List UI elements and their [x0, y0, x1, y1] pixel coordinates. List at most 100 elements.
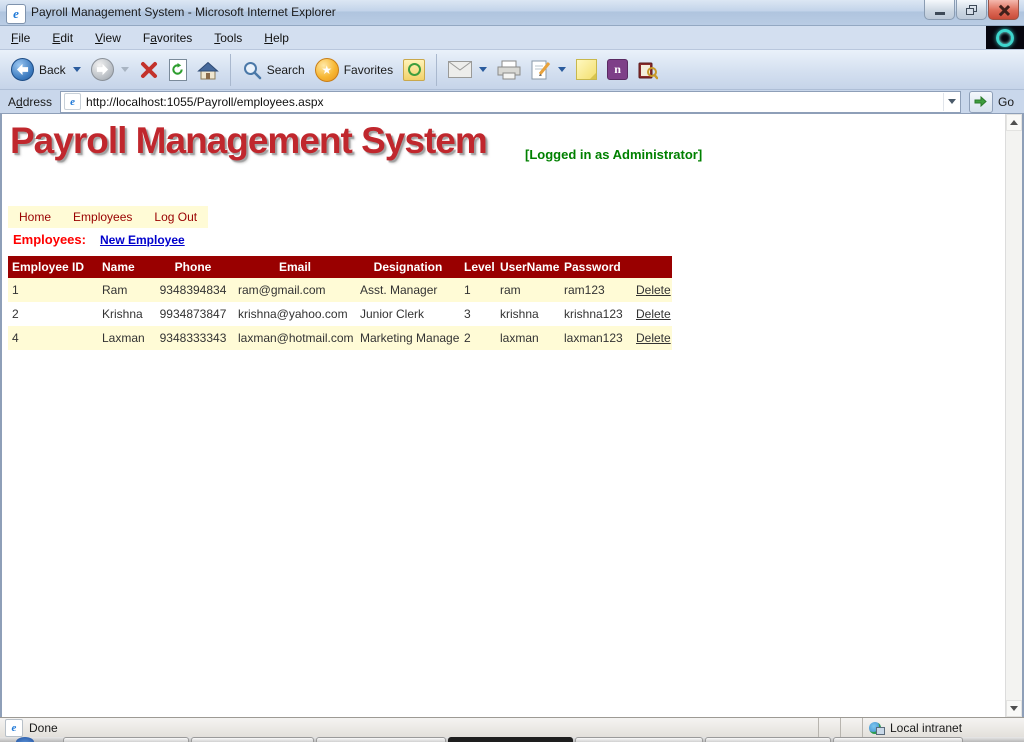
table-row: 2 Krishna 9934873847 krishna@yahoo.com J… [8, 302, 672, 326]
col-header-password: Password [560, 256, 632, 278]
table-row: 1 Ram 9348394834 ram@gmail.com Asst. Man… [8, 278, 672, 302]
edit-dropdown-icon[interactable] [558, 67, 566, 72]
cell-designation: Asst. Manager [356, 278, 460, 302]
login-status: [Logged in as Administrator] [525, 147, 702, 162]
close-button[interactable] [988, 0, 1019, 20]
mail-button[interactable] [443, 54, 492, 86]
window-title: Payroll Management System - Microsoft In… [31, 5, 336, 19]
status-text: Done [29, 721, 58, 735]
nav-item-logout[interactable]: Log Out [143, 206, 208, 228]
close-icon [998, 4, 1010, 16]
address-input[interactable] [84, 93, 943, 111]
cell-username: laxman [496, 326, 560, 350]
taskbar-button[interactable] [705, 737, 831, 742]
new-employee-link[interactable]: New Employee [100, 233, 185, 247]
nav-item-employees[interactable]: Employees [62, 206, 143, 228]
cell-phone: 9934873847 [152, 302, 234, 326]
go-button[interactable] [969, 91, 993, 113]
research-icon [638, 60, 658, 80]
delete-link[interactable]: Delete [636, 307, 671, 321]
cell-phone: 9348333343 [152, 326, 234, 350]
scroll-up-button[interactable] [1006, 114, 1022, 131]
taskbar-button[interactable] [833, 737, 963, 742]
col-header-level: Level [460, 256, 496, 278]
search-label: Search [267, 63, 305, 77]
back-dropdown-icon[interactable] [73, 67, 81, 72]
mail-dropdown-icon[interactable] [479, 67, 487, 72]
cell-designation: Marketing Manager [356, 326, 460, 350]
menu-item-file[interactable]: File [0, 28, 41, 48]
ie-throbber [986, 26, 1024, 49]
edit-button[interactable] [526, 54, 571, 86]
start-orb-icon[interactable] [16, 737, 34, 742]
address-dropdown-icon[interactable] [943, 93, 960, 111]
col-header-name: Name [98, 256, 152, 278]
delete-link[interactable]: Delete [636, 331, 671, 345]
status-page-icon: e [5, 719, 23, 737]
col-header-designation: Designation [356, 256, 460, 278]
scroll-up-icon [1010, 120, 1018, 125]
cell-email: ram@gmail.com [234, 278, 356, 302]
onenote-note-button[interactable] [571, 54, 602, 86]
go-arrow-icon [974, 96, 987, 107]
menu-item-help[interactable]: Help [253, 28, 300, 48]
menu-item-tools[interactable]: Tools [203, 28, 253, 48]
menu-bar: File Edit View Favorites Tools Help [0, 26, 1024, 50]
minimize-button[interactable] [924, 0, 955, 20]
browser-window: e Payroll Management System - Microsoft … [0, 0, 1024, 742]
home-button[interactable] [192, 54, 224, 86]
address-label: Address [4, 95, 60, 109]
status-left: e Done [0, 719, 818, 737]
menu-item-view[interactable]: View [84, 28, 132, 48]
taskbar-button[interactable] [63, 737, 189, 742]
home-icon [197, 60, 219, 80]
toolbar-separator [436, 54, 437, 86]
refresh-icon [169, 59, 187, 81]
delete-link[interactable]: Delete [636, 283, 671, 297]
cell-username: krishna [496, 302, 560, 326]
back-button[interactable]: Back [6, 54, 86, 86]
forward-button[interactable] [86, 54, 134, 86]
address-box: e [60, 91, 961, 113]
nav-item-home[interactable]: Home [8, 206, 62, 228]
menu-item-edit[interactable]: Edit [41, 28, 84, 48]
page-ie-icon: e [64, 93, 81, 110]
taskbar-active-button[interactable] [448, 737, 573, 742]
send-to-onenote-icon: n [607, 59, 628, 80]
page-title: Payroll Management System [10, 120, 487, 162]
go-label[interactable]: Go [998, 95, 1014, 109]
favorites-button[interactable]: ★ Favorites [310, 54, 398, 86]
send-to-onenote-button[interactable]: n [602, 54, 633, 86]
status-pane [840, 718, 862, 737]
zone-label: Local intranet [890, 721, 962, 735]
cell-password: ram123 [560, 278, 632, 302]
history-button[interactable] [398, 54, 430, 86]
cell-name: Ram [98, 278, 152, 302]
restore-icon [966, 5, 977, 15]
taskbar-button[interactable] [191, 737, 314, 742]
search-button[interactable]: Search [237, 54, 310, 86]
print-button[interactable] [492, 54, 526, 86]
refresh-button[interactable] [164, 54, 192, 86]
menu-item-favorites[interactable]: Favorites [132, 28, 203, 48]
vertical-scrollbar[interactable] [1005, 114, 1022, 717]
taskbar-button[interactable] [316, 737, 446, 742]
cell-level: 2 [460, 326, 496, 350]
standard-toolbar: Back Search ★ Favorites [0, 50, 1024, 90]
cell-designation: Junior Clerk [356, 302, 460, 326]
go-area: Go [961, 91, 1020, 113]
employees-section-label: Employees: [13, 232, 86, 247]
edit-icon [531, 60, 551, 80]
forward-dropdown-icon[interactable] [121, 67, 129, 72]
scroll-down-button[interactable] [1006, 700, 1022, 717]
taskbar-button[interactable] [575, 737, 703, 742]
security-zone-pane: Local intranet [862, 718, 1024, 737]
cell-password: laxman123 [560, 326, 632, 350]
scroll-down-icon [1010, 706, 1018, 711]
stop-button[interactable] [134, 54, 164, 86]
section-row: Employees: New Employee [13, 232, 185, 247]
restore-button[interactable] [956, 0, 987, 20]
research-button[interactable] [633, 54, 663, 86]
cell-employee-id: 4 [8, 326, 98, 350]
cell-level: 3 [460, 302, 496, 326]
